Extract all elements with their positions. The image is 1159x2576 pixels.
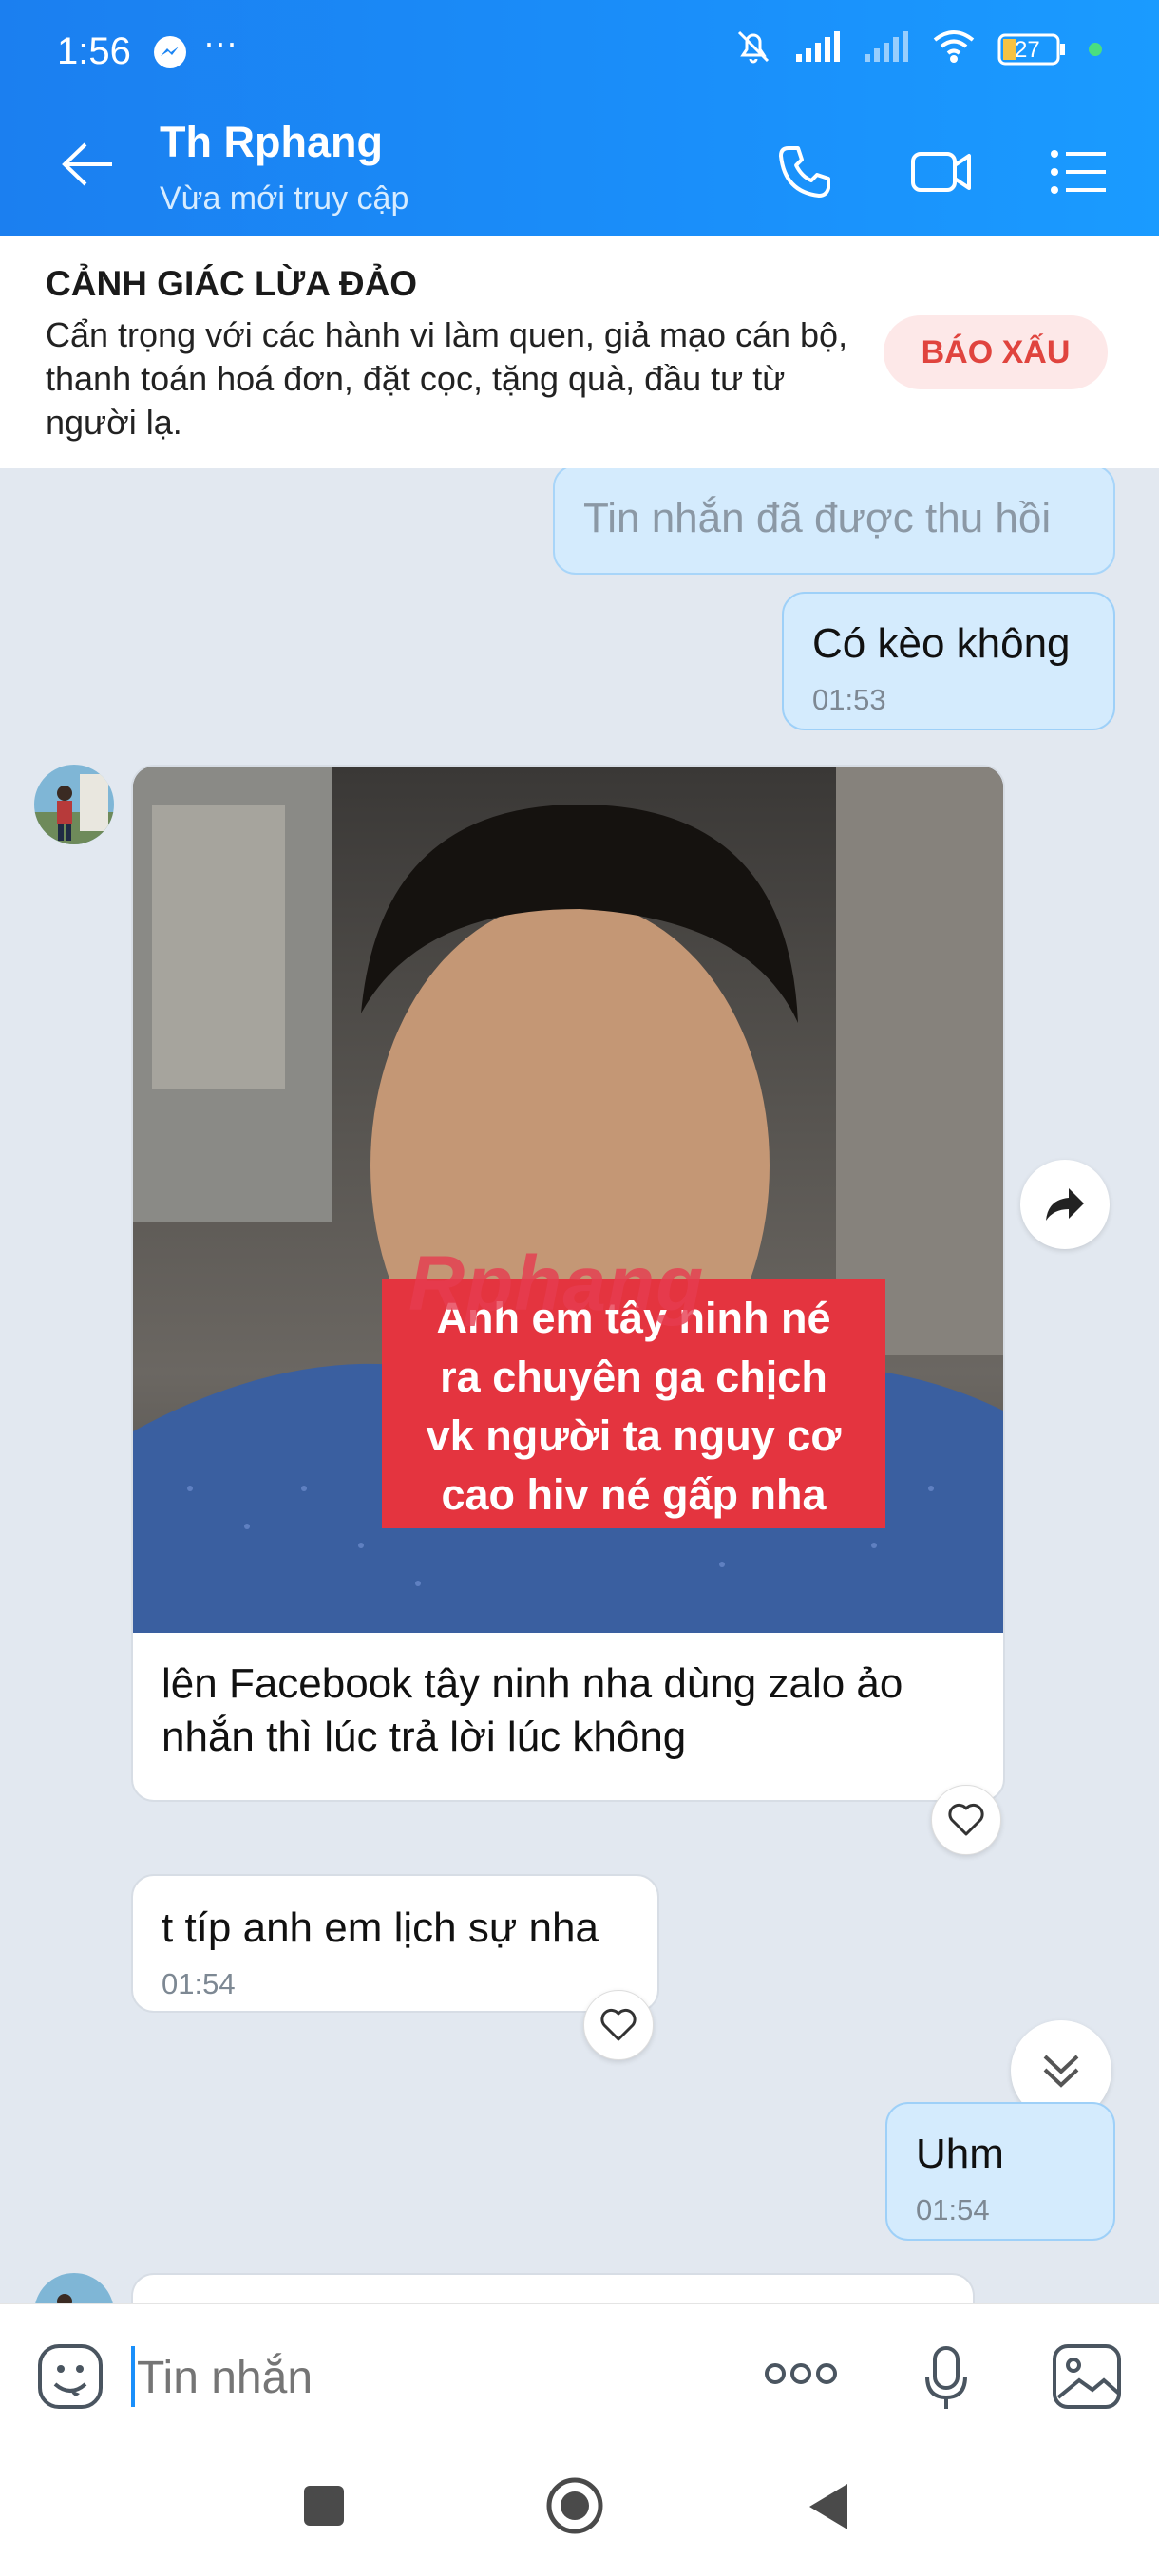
more-notifications-icon: ··· [203,23,238,62]
photo[interactable]: Anh em tây ninh né ra chuyên ga chịch vk… [133,767,1003,1633]
battery-icon: 27 [998,33,1068,66]
mute-bell-icon [733,27,773,71]
recent-apps-icon[interactable] [302,2484,346,2532]
scam-warning-banner: CẢNH GIÁC LỪA ĐẢO Cẩn trọng với các hành… [0,236,1159,468]
chat-header: 1:56 ··· 27 Th Rphang Vừa mới truy cập [0,0,1159,236]
avatar[interactable] [34,765,114,844]
emoji-sticker-icon[interactable] [36,2342,104,2415]
message-text: Có kèo không [812,620,1071,667]
signal-icon [794,29,842,68]
more-options-icon[interactable] [764,2359,838,2393]
react-heart-button[interactable] [931,1785,1001,1855]
image-caption: lên Facebook tây ninh nha dùng zalo ảo n… [162,1660,903,1760]
signal-icon-secondary [863,29,910,68]
messenger-icon [152,34,188,75]
share-arrow-icon [1046,1188,1084,1221]
incoming-message-partial[interactable] [131,2273,975,2303]
message-time: 01:54 [916,2193,990,2226]
recalled-text: Tin nhắn đã được thu hồi [583,495,1052,541]
incoming-message[interactable]: t típ anh em lịch sự nha 01:54 [131,1874,659,2013]
phone-call-icon[interactable] [775,142,832,204]
report-button[interactable]: BÁO XẤU [884,315,1108,389]
overlay-line: cao hiv né gấp nha [441,1470,826,1519]
double-chevron-down-icon [1043,2055,1079,2088]
message-input-bar [0,2303,1159,2447]
warning-title: CẢNH GIÁC LỪA ĐẢO [46,264,418,303]
react-heart-button[interactable] [583,1990,654,2060]
avatar[interactable] [34,2273,114,2303]
menu-list-icon[interactable] [1049,148,1108,200]
forward-button[interactable] [1020,1160,1110,1249]
back-arrow-icon[interactable] [59,141,116,193]
heart-icon [600,2008,636,2041]
overlay-line: ra chuyên ga chịch [440,1353,827,1401]
status-time: 1:56 [57,30,131,72]
message-time: 01:54 [162,1967,236,2000]
home-icon[interactable] [545,2476,604,2540]
image-message[interactable]: Anh em tây ninh né ra chuyên ga chịch vk… [131,765,1005,1802]
chat-area: Tin nhắn đã được thu hồi Có kèo không 01… [0,468,1159,2303]
wifi-icon [931,28,977,69]
microphone-icon[interactable] [923,2344,969,2417]
back-icon[interactable] [808,2482,849,2536]
watermark: Rphang [408,1241,705,1327]
message-input[interactable] [135,2342,728,2413]
warning-body: Cẩn trọng với các hành vi làm quen, giả … [46,315,848,442]
contact-name[interactable]: Th Rphang [160,118,383,167]
system-nav-bar [0,2446,1159,2576]
last-seen-status: Vừa mới truy cập [160,180,409,217]
image-gallery-icon[interactable] [1051,2342,1123,2415]
status-dot [1089,42,1102,56]
message-text: t típ anh em lịch sự nha [162,1904,598,1951]
outgoing-message[interactable]: Uhm 01:54 [885,2102,1115,2241]
outgoing-message[interactable]: Có kèo không 01:53 [782,592,1115,730]
video-call-icon[interactable] [910,144,973,202]
battery-level: 27 [1015,36,1040,63]
heart-icon [948,1803,984,1836]
recalled-message[interactable]: Tin nhắn đã được thu hồi [553,468,1115,575]
message-time: 01:53 [812,683,886,716]
overlay-line: vk người ta nguy cơ [426,1411,842,1460]
message-text: Uhm [916,2131,1004,2177]
